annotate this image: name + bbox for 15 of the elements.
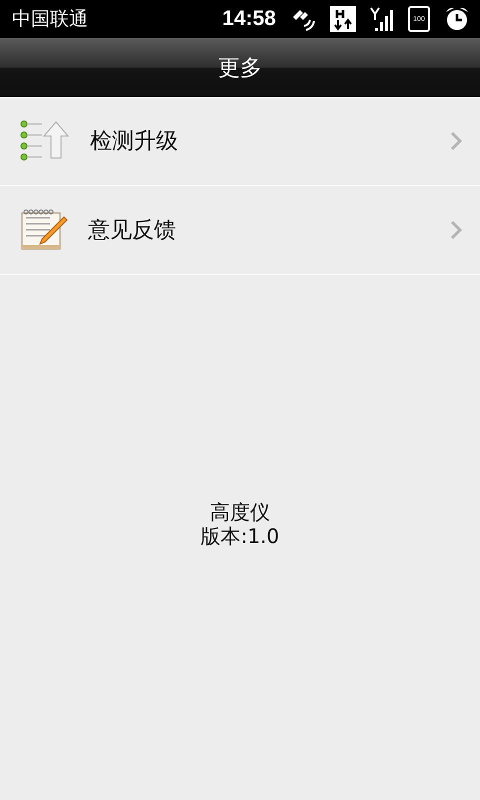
data-arrows-icon	[330, 6, 356, 32]
chevron-right-icon	[450, 131, 462, 151]
menu-label: 意见反馈	[88, 217, 177, 245]
notepad-pencil-icon	[20, 209, 68, 251]
page-title: 更多	[218, 54, 262, 82]
signal-icon	[370, 6, 394, 32]
app-name: 高度仪	[210, 500, 270, 524]
clock-time: 14:58	[222, 7, 276, 31]
menu-item[interactable]: 检测升级	[0, 97, 480, 186]
menu-label: 检测升级	[90, 128, 179, 156]
menu-item[interactable]: 意见反馈	[0, 186, 480, 275]
version-text: 版本:1.0	[200, 524, 280, 548]
alarm-clock-icon	[444, 6, 470, 32]
carrier-name: 中国联通	[12, 7, 89, 32]
chevron-right-icon	[450, 220, 462, 240]
